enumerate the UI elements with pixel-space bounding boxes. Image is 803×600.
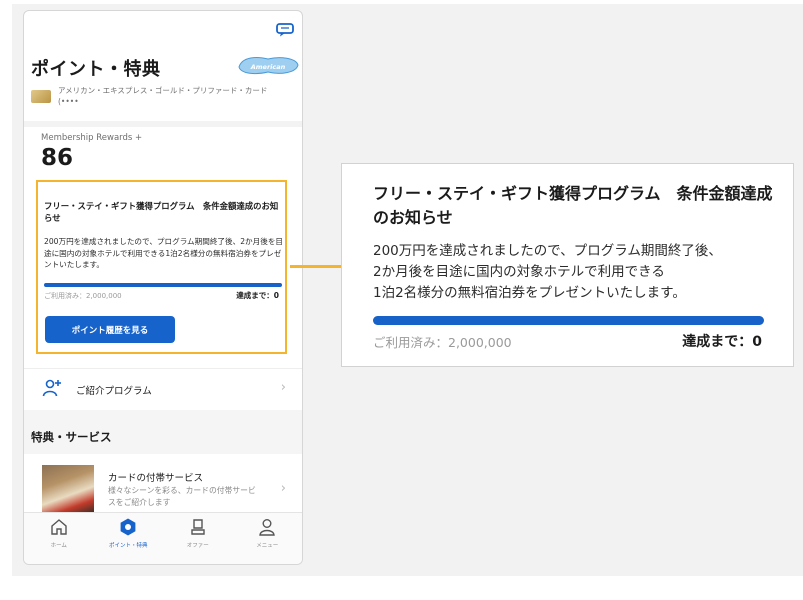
page-title: ポイント・特典	[31, 59, 161, 80]
section-title: 特典・サービス	[31, 430, 112, 444]
zoomed-body-line: 200万円を達成されましたので、プログラム期間終了後、	[373, 243, 722, 259]
phone-screen: ポイント・特典 American アメリカン・エキスプレス・ゴールド・プリファー…	[23, 10, 303, 565]
used-amount: ご利用済み：2,000,000	[44, 292, 122, 300]
points-label: Membership Rewards +	[41, 133, 143, 143]
zoomed-body-line: 1泊2名様分の無料宿泊券をプレゼントいたします。	[373, 285, 686, 301]
tab-menu-label: メニュー	[256, 543, 279, 549]
card-thumbnail	[31, 90, 51, 103]
points-value: 86	[41, 145, 74, 171]
card-services-row[interactable]: カードの付帯サービス 様々なシーンを彩る、カードの付帯サービスをご紹介します ›	[24, 459, 302, 515]
service-description: 様々なシーンを彩る、カードの付帯サービスをご紹介します	[108, 486, 256, 507]
zoomed-notice-panel: フリー・ステイ・ギフト獲得プログラム 条件金額達成のお知らせ 200万円を達成さ…	[341, 163, 794, 367]
zoomed-notice-title: フリー・ステイ・ギフト獲得プログラム 条件金額達成のお知らせ	[373, 184, 773, 227]
section-divider	[24, 121, 302, 127]
chevron-right-icon: ›	[280, 481, 286, 496]
tab-points[interactable]: ポイント・特典	[94, 513, 164, 564]
svg-text:American: American	[250, 63, 286, 71]
card-name: アメリカン・エキスプレス・ゴールド・プリファード・カード (••••	[58, 86, 268, 106]
points-history-button[interactable]: ポイント履歴を見る	[45, 316, 175, 343]
notice-title: フリー・ステイ・ギフト獲得プログラム 条件金額達成のお知らせ	[44, 201, 279, 223]
bottom-tab-bar: ホーム ポイント・特典 オファー メニュー	[24, 512, 303, 564]
service-title: カードの付帯サービス	[108, 473, 204, 484]
menu-icon	[259, 519, 276, 536]
tab-points-label: ポイント・特典	[108, 543, 148, 549]
referral-program-row[interactable]: ご紹介プログラム ›	[24, 368, 302, 411]
tab-offer-label: オファー	[186, 543, 209, 549]
zoomed-remaining-to-goal: 達成まで：0	[682, 334, 762, 350]
tab-home-label: ホーム	[50, 543, 67, 549]
tab-menu[interactable]: メニュー	[233, 513, 303, 564]
zoomed-used-amount: ご利用済み：2,000,000	[373, 335, 512, 350]
notice-body: 200万円を達成されましたので、プログラム期間終了後、2か月後を目途に国内の対象…	[44, 237, 284, 269]
offer-icon	[191, 519, 205, 535]
zoomed-body-line: 2か月後を目途に国内の対象ホテルで利用できる	[373, 264, 665, 280]
referral-program-label: ご紹介プログラム	[76, 386, 152, 397]
zoomed-notice-body: 200万円を達成されましたので、プログラム期間終了後、 2か月後を目途に国内の対…	[373, 241, 793, 304]
tab-home[interactable]: ホーム	[24, 513, 94, 564]
zoomed-progress-bar	[373, 316, 764, 325]
points-icon	[120, 518, 136, 536]
amex-logo: American	[238, 57, 299, 75]
service-thumbnail	[42, 465, 94, 513]
chevron-right-icon: ›	[280, 380, 286, 395]
add-person-icon	[42, 379, 61, 397]
progress-bar	[44, 283, 282, 287]
achievement-notice-card: フリー・ステイ・ギフト獲得プログラム 条件金額達成のお知らせ 200万円を達成さ…	[36, 180, 287, 354]
tab-offer[interactable]: オファー	[163, 513, 233, 564]
callout-connector	[290, 265, 342, 268]
home-icon	[51, 519, 67, 535]
chat-icon[interactable]	[276, 23, 294, 37]
remaining-to-goal: 達成まで：0	[236, 291, 279, 300]
